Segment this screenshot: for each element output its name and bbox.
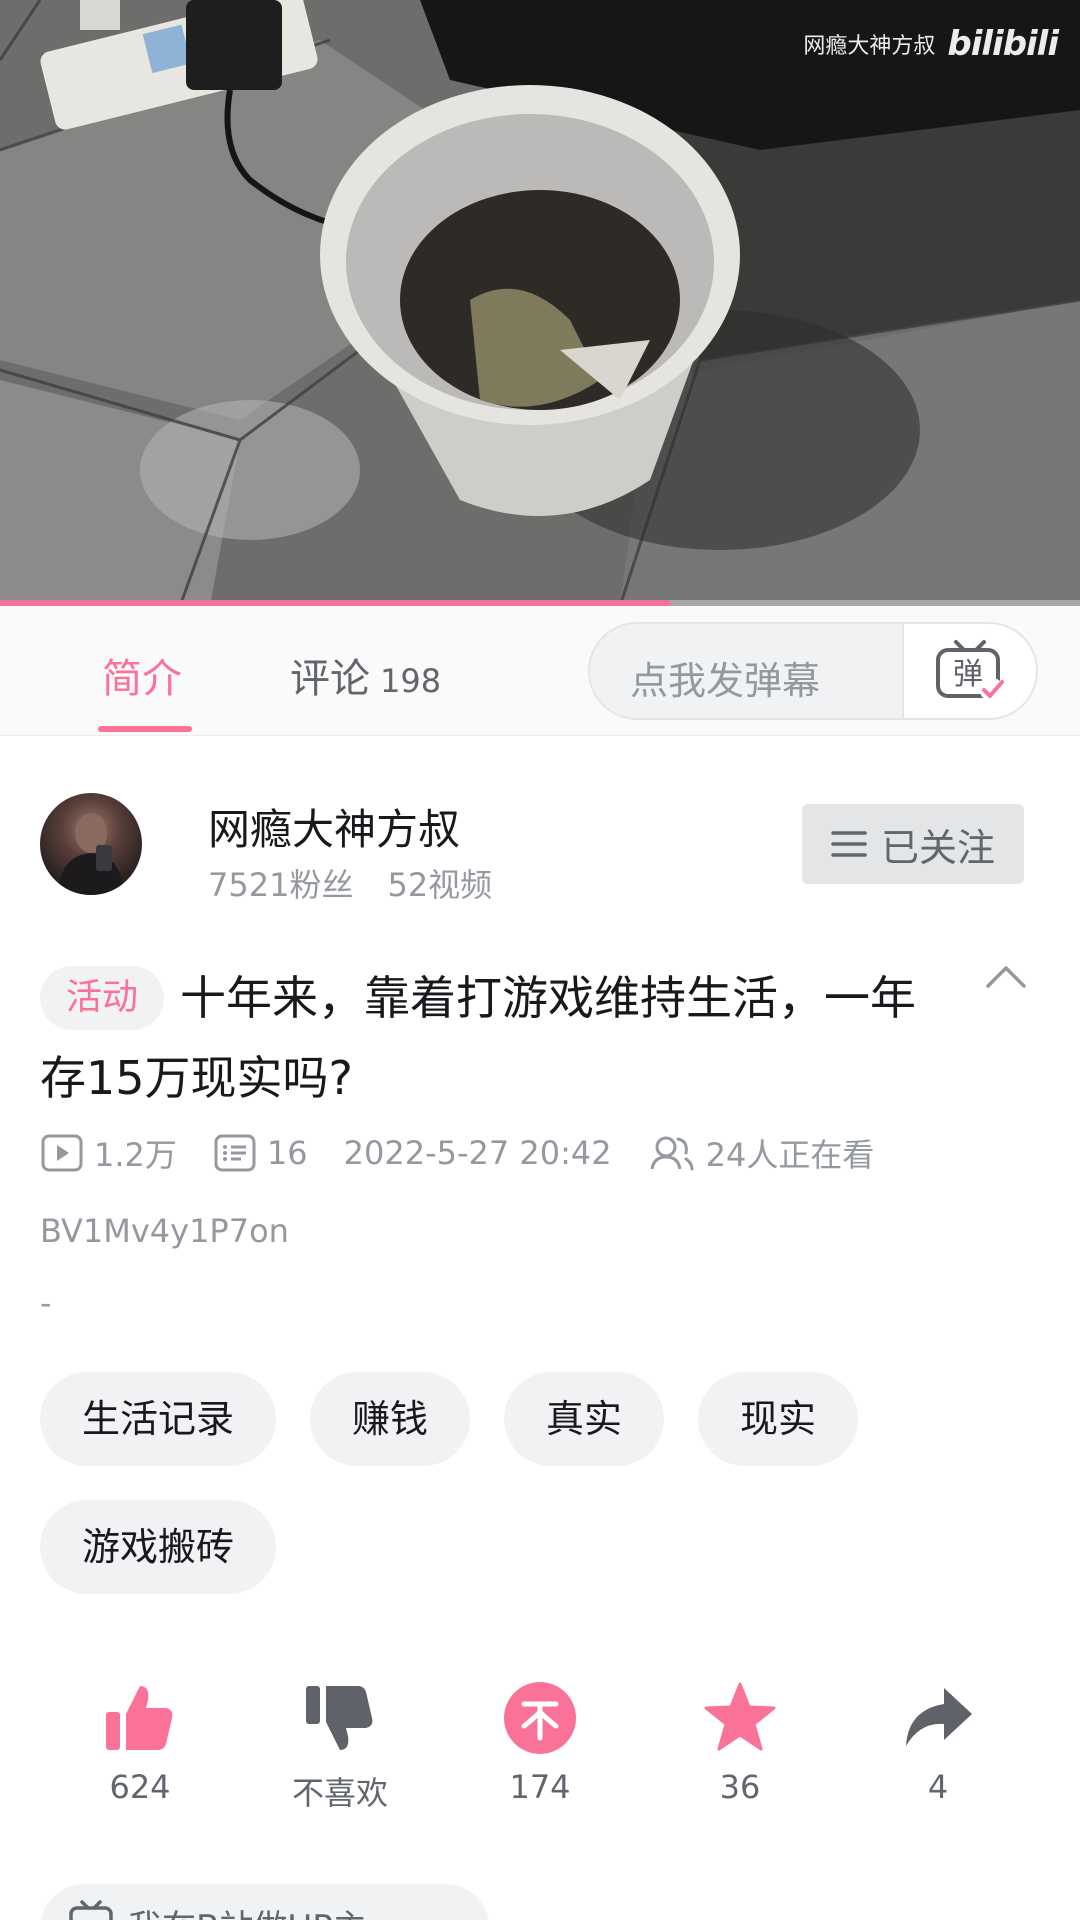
tag-chip[interactable]: 生活记录 [40, 1372, 277, 1466]
video-title: 十年来，靠着打游戏维持生活，一年存15万现实吗? [40, 971, 917, 1105]
bvid[interactable]: BV1Mv4y1P7on [40, 1212, 289, 1250]
favorite-count: 36 [719, 1768, 761, 1806]
tag-list: 生活记录 赚钱 真实 现实 游戏搬砖 [40, 1372, 1040, 1594]
uploader-name[interactable]: 网瘾大神方叔 [208, 796, 460, 857]
video-player[interactable]: 网瘾大神方叔 bilibili [0, 0, 1080, 606]
tag-chip[interactable]: 赚钱 [310, 1372, 471, 1466]
active-tab-indicator [98, 726, 192, 732]
thumbs-up-icon [106, 1686, 173, 1750]
tab-intro-label: 简介 [102, 656, 182, 702]
video-frame-illustration [0, 0, 1080, 606]
uploader-videos: 52视频 [387, 866, 493, 904]
bilibili-logo: bilibili [947, 24, 1059, 64]
tv-icon [69, 1900, 113, 1920]
avatar-image [58, 813, 124, 895]
tab-comments-label: 评论 [290, 656, 370, 702]
tag-chip[interactable]: 游戏搬砖 [40, 1500, 277, 1594]
danmaku-count-icon [214, 1134, 256, 1172]
follow-label: 已关注 [880, 825, 995, 870]
coin-count: 174 [509, 1768, 571, 1806]
danmaku-count: 16 [213, 1133, 308, 1173]
watermark: 网瘾大神方叔 bilibili [803, 24, 1059, 64]
activity-badge[interactable]: 活动 [40, 965, 165, 1030]
tab-intro[interactable]: 简介 [102, 646, 182, 704]
danmaku-count-value: 16 [266, 1134, 308, 1172]
tag-chip[interactable]: 现实 [698, 1372, 859, 1466]
coin-icon [504, 1682, 576, 1754]
publish-date-value: 2022-5-27 20:42 [343, 1134, 612, 1172]
up-creator-promo[interactable]: 我在B站做UP主 [40, 1884, 490, 1920]
menu-lines-icon [831, 831, 867, 857]
like-button[interactable]: 624 [40, 1680, 240, 1806]
video-description: - [40, 1284, 52, 1322]
tab-comments[interactable]: 评论 198 [290, 646, 441, 704]
play-count-icon [41, 1134, 83, 1172]
danmaku-placeholder: 点我发弹幕 [630, 659, 821, 703]
up-creator-label: 我在B站做UP主 [128, 1900, 367, 1920]
comment-count: 198 [380, 662, 442, 700]
share-arrow-icon [906, 1688, 972, 1746]
share-count: 4 [927, 1768, 949, 1806]
danmaku-toggle-button[interactable]: 弹 [902, 624, 1036, 718]
chevron-up-icon[interactable] [984, 962, 1028, 992]
thumbs-down-icon [306, 1686, 373, 1750]
viewers-icon [650, 1136, 694, 1171]
avatar[interactable] [40, 793, 142, 895]
uploader-stats: 7521粉丝 52视频 [208, 860, 492, 906]
watermark-name: 网瘾大神方叔 [803, 34, 936, 59]
follow-button[interactable]: 已关注 [802, 804, 1024, 884]
publish-date: 2022-5-27 20:42 [344, 1134, 612, 1172]
video-title-block: 活动 十年来，靠着打游戏维持生活，一年存15万现实吗? [40, 958, 940, 1118]
danmaku-input[interactable]: 点我发弹幕 弹 [588, 622, 1038, 720]
share-button[interactable]: 4 [838, 1680, 1038, 1806]
action-row: 624 不喜欢 174 36 4 [0, 1680, 1080, 1820]
dislike-button[interactable]: 不喜欢 [240, 1680, 440, 1814]
danmaku-tv-icon: 弹 [936, 640, 1004, 702]
coin-button[interactable]: 174 [440, 1680, 640, 1806]
watching-now-value: 24人正在看 [705, 1136, 875, 1174]
star-icon [704, 1682, 776, 1751]
uploader-fans: 7521粉丝 [208, 866, 354, 904]
play-count: 1.2万 [40, 1130, 177, 1176]
dislike-label: 不喜欢 [291, 1774, 388, 1812]
video-meta: 1.2万 16 2022-5-27 20:42 24人正在看 [40, 1130, 874, 1176]
watching-now: 24人正在看 [648, 1130, 875, 1176]
tab-bar: 简介 评论 198 点我发弹幕 弹 [0, 606, 1080, 736]
favorite-button[interactable]: 36 [640, 1680, 840, 1806]
like-count: 624 [109, 1768, 171, 1806]
tag-chip[interactable]: 真实 [504, 1372, 665, 1466]
play-count-value: 1.2万 [94, 1136, 177, 1174]
danmaku-glyph: 弹 [953, 657, 983, 692]
